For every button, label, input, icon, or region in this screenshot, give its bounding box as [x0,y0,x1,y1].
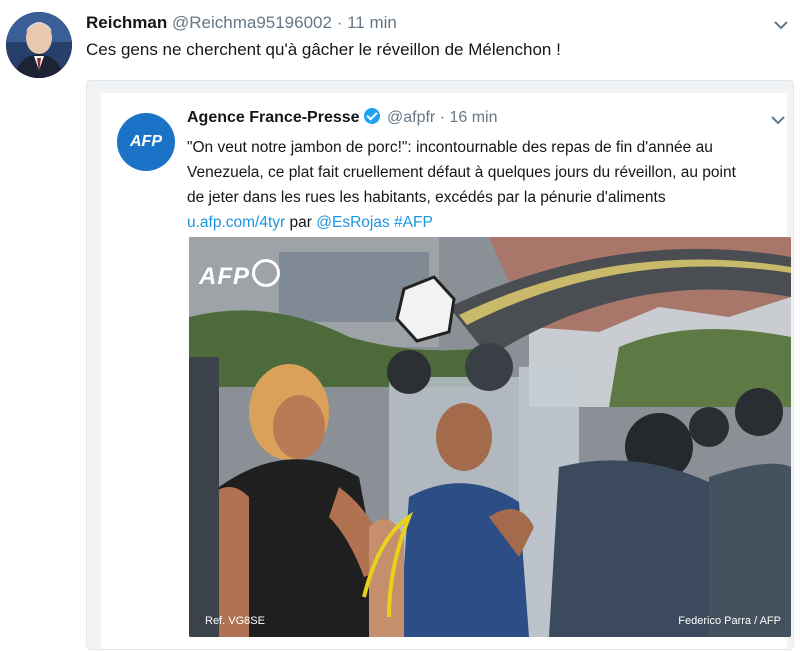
header-separator: · [336,13,343,32]
quoted-tweet-text: "On veut notre jambon de porc!": inconto… [187,135,787,235]
afp-avatar-text: AFP [130,133,162,150]
protest-photo-illustration [189,237,791,637]
author-handle[interactable]: @Reichma95196002 [172,13,332,32]
quoted-tweet-card[interactable]: AFP Agence France-Presse @afpfr · 16 min… [86,80,794,650]
photo-reference: Ref. VG8SE [205,615,265,627]
photo-credit: Federico Parra / AFP [678,615,781,627]
tweet-header: Reichman @Reichma95196002 · 11 min [86,12,397,34]
quoted-tweet-body: AFP Agence France-Presse @afpfr · 16 min… [101,93,791,649]
tweet-photo[interactable]: AFP Ref. VG8SE Federico Parra / AFP [189,237,791,637]
chevron-down-icon[interactable] [769,111,787,129]
article-link[interactable]: u.afp.com/4tyr [187,214,285,231]
quoted-tweet-timestamp[interactable]: 16 min [449,109,497,126]
afp-watermark-ring [252,259,280,287]
quoted-tweet-header: Agence France-Presse @afpfr · 16 min [187,107,498,129]
quoted-text-links-line: u.afp.com/4tyr par @EsRojas #AFP [187,210,787,235]
afp-avatar[interactable]: AFP [117,113,175,171]
quoted-author-name[interactable]: Agence France-Presse [187,109,360,126]
author-avatar[interactable] [6,12,72,78]
quoted-author-handle[interactable]: @afpfr [387,109,435,126]
quoted-text-line: de jeter dans les rues les habitants, ex… [187,189,666,206]
quoted-text-line: "On veut notre jambon de porc!": inconto… [187,139,713,156]
by-word: par [289,214,312,231]
mention-link[interactable]: @EsRojas [316,214,389,231]
tweet-text: Ces gens ne cherchent qu'à gâcher le rév… [86,40,561,59]
quoted-text-line: Venezuela, ce plat fait cruellement défa… [187,164,736,181]
afp-watermark: AFP [199,259,280,291]
hashtag-link[interactable]: #AFP [394,214,433,231]
afp-watermark-text: AFP [199,263,250,290]
quoted-header-separator: · [439,109,446,126]
chevron-down-icon[interactable] [772,16,790,34]
author-name[interactable]: Reichman [86,13,167,32]
verified-badge-icon [363,108,380,124]
tweet-timestamp[interactable]: 11 min [347,13,397,32]
